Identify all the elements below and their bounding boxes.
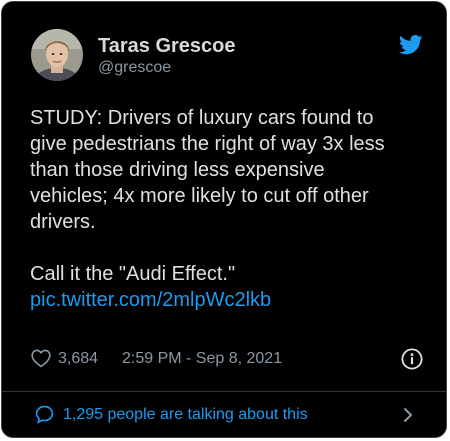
tweet-text-line: vehicles; 4x more likely to cut off othe… (30, 185, 369, 207)
timestamp[interactable]: 2:59 PM - Sep 8, 2021 (122, 350, 282, 368)
chevron-right-icon[interactable] (402, 406, 414, 424)
tweet-closing-line: Call it the "Audi Effect." (30, 263, 236, 285)
tweet-text-line: drivers. (30, 211, 96, 233)
talking-about-link[interactable]: 1,295 people are talking about this (2, 392, 446, 437)
pic-link[interactable]: pic.twitter.com/2mlpWc2lkb (30, 289, 271, 311)
tweet-meta: 3,684 2:59 PM - Sep 8, 2021 (31, 348, 426, 370)
info-icon[interactable] (401, 348, 423, 370)
avatar-image (31, 29, 83, 81)
tweet-text-line: than those driving less expensive (30, 159, 325, 181)
tweet-card: Taras Grescoe @grescoe STUDY: Drivers of… (1, 1, 447, 438)
like-count[interactable]: 3,684 (58, 350, 98, 368)
author-name[interactable]: Taras Grescoe (98, 35, 236, 58)
tweet-text-line: give pedestrians the right of way 3x les… (30, 133, 385, 155)
twitter-bird-icon[interactable] (398, 35, 423, 55)
tweet-text-line: STUDY: Drivers of luxury cars found to (30, 107, 374, 129)
chat-bubble-icon (35, 405, 54, 424)
avatar[interactable] (31, 29, 83, 81)
talking-about-text[interactable]: 1,295 people are talking about this (63, 406, 308, 424)
heart-icon[interactable] (31, 349, 51, 368)
author-handle[interactable]: @grescoe (98, 59, 171, 77)
tweet-text: STUDY: Drivers of luxury cars found to g… (30, 105, 425, 313)
